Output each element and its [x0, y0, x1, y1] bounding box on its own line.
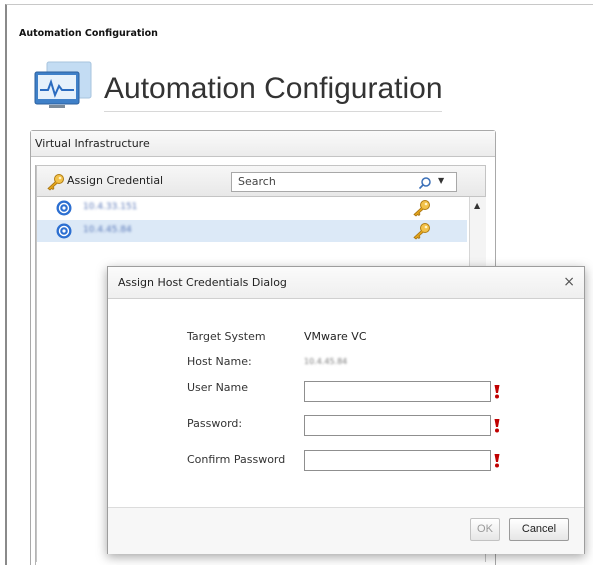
target-system-label: Target System — [187, 330, 266, 343]
host-address: 10.4.33.151 — [83, 202, 138, 212]
password-field[interactable] — [304, 415, 491, 436]
title-divider — [104, 111, 442, 112]
key-icon[interactable] — [45, 173, 65, 191]
close-icon[interactable]: × — [563, 274, 575, 290]
key-icon[interactable] — [411, 222, 431, 240]
ok-button[interactable]: OK — [470, 518, 500, 541]
host-name-label: Host Name: — [187, 355, 252, 368]
required-icon — [494, 418, 500, 433]
panel-header: Virtual Infrastructure — [31, 131, 495, 157]
window-title: Automation Configuration — [19, 28, 158, 39]
host-address: 10.4.45.84 — [83, 225, 132, 235]
dialog-footer: OK Cancel — [108, 507, 584, 554]
user-name-field[interactable] — [304, 381, 491, 402]
user-name-label: User Name — [187, 381, 249, 394]
host-icon — [56, 200, 72, 216]
host-icon — [56, 223, 72, 239]
key-icon[interactable] — [411, 199, 431, 217]
assign-credential-button[interactable]: Assign Credential — [67, 174, 163, 187]
host-name-value: 10.4.45.84 — [304, 357, 348, 366]
dialog-title: Assign Host Credentials Dialog — [118, 276, 287, 289]
required-icon — [494, 384, 500, 399]
scroll-up-icon[interactable]: ▲ — [474, 201, 480, 210]
cancel-button[interactable]: Cancel — [509, 518, 569, 541]
target-system-value: VMware VC — [304, 330, 367, 343]
required-icon — [494, 453, 500, 468]
monitor-heartbeat-icon — [33, 60, 93, 112]
chevron-down-icon[interactable]: ▼ — [438, 176, 444, 185]
confirm-password-label: Confirm Password — [187, 453, 286, 466]
page-title: Automation Configuration — [104, 72, 443, 105]
list-item[interactable]: 10.4.33.151 — [37, 197, 467, 219]
search-input[interactable]: Search ▼ — [231, 172, 457, 192]
search-icon[interactable] — [418, 175, 432, 190]
assign-host-credentials-dialog: Assign Host Credentials Dialog × Target … — [107, 266, 585, 554]
search-placeholder: Search — [238, 175, 276, 188]
password-label: Password: — [187, 417, 243, 430]
list-scrollbar[interactable]: ▲ — [469, 197, 486, 267]
list-item-selected[interactable]: 10.4.45.84 — [37, 220, 467, 242]
dialog-titlebar: Assign Host Credentials Dialog × — [108, 267, 584, 299]
confirm-password-field[interactable] — [304, 450, 491, 471]
toolbar: Assign Credential Search ▼ — [36, 165, 486, 197]
